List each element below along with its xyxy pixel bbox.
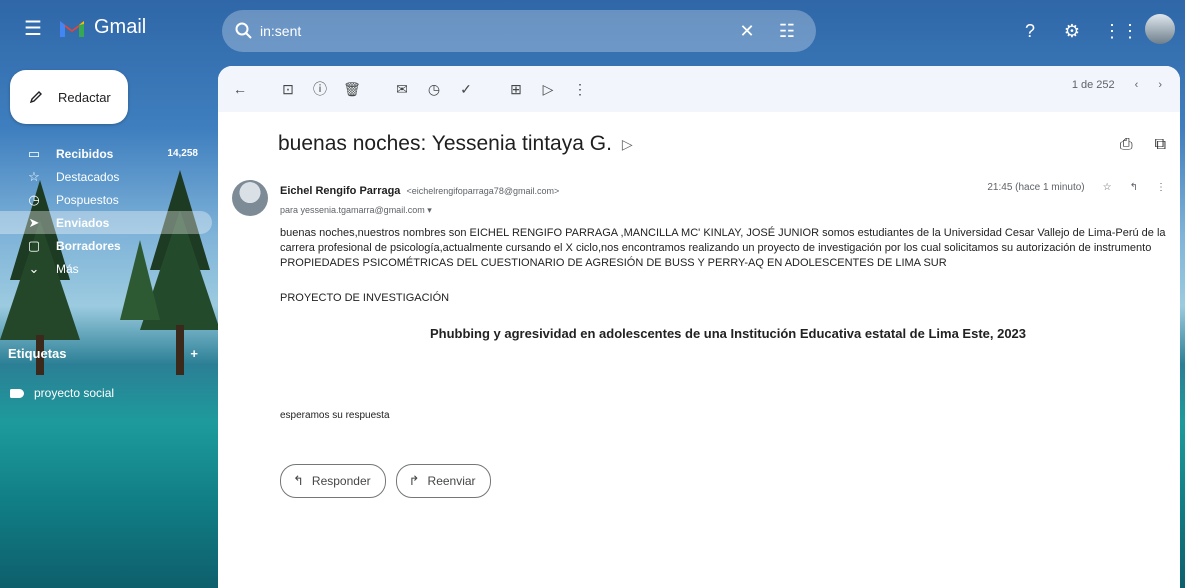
add-label-icon[interactable]: + [190, 346, 198, 361]
reply-icon: ↰ [293, 473, 304, 488]
search-bar[interactable]: ✕ ☷ [222, 10, 816, 52]
sender-name[interactable]: Eichel Rengifo Parraga [280, 185, 400, 197]
forward-label: Reenviar [427, 474, 476, 488]
chevron-left-icon[interactable]: ‹ [1135, 79, 1139, 91]
email-view: ← ⊡ ⓘ 🗑 ✉ ◷ ✓ ⊞ ▷ ⋮ 1 de 252 ‹ › buenas … [218, 66, 1180, 588]
sidebar-item-label: Destacados [56, 169, 120, 184]
sidebar-item-sent[interactable]: ➤ Enviados [0, 211, 212, 234]
star-icon[interactable]: ☆ [1103, 182, 1112, 193]
sidebar-item-starred[interactable]: ☆ Destacados [0, 165, 212, 188]
chevron-right-icon[interactable]: › [1158, 79, 1162, 91]
inbox-count: 14,258 [167, 148, 198, 159]
sidebar-item-drafts[interactable]: ▢ Borradores [0, 234, 212, 257]
important-marker-icon[interactable]: ▷ [622, 136, 633, 153]
recipient-line[interactable]: para yessenia.tgamarra@gmail.com ▾ [280, 205, 432, 216]
back-arrow-icon[interactable]: ← [230, 79, 250, 99]
pencil-icon [29, 91, 42, 104]
sender-email: <eichelrengifoparraga78@gmail.com> [406, 186, 560, 196]
reply-actions: ↰ Responder ↱ Reenviar [280, 464, 491, 498]
sidebar-item-label: Pospuestos [56, 192, 119, 207]
sidebar-item-label: Recibidos [56, 146, 114, 161]
pager-text: 1 de 252 [1071, 79, 1115, 91]
add-task-icon[interactable]: ✓ [456, 79, 476, 99]
inbox-icon: ▭ [27, 145, 41, 161]
settings-gear-icon[interactable]: ⚙ [1061, 20, 1083, 42]
sidebar-item-label: Borradores [56, 238, 121, 253]
nav-list: ▭ Recibidos 14,258 ☆ Destacados ◷ Pospue… [0, 142, 212, 280]
body-line: buenas noches,nuestros nombres son EICHE… [280, 227, 1166, 239]
gmail-logo[interactable]: Gmail [58, 16, 146, 39]
top-bar: ☰ Gmail ✕ ☷ ? ⚙ ⋮⋮ [0, 0, 1185, 64]
label-icon[interactable]: ▷ [538, 79, 558, 99]
sidebar-item-label: Enviados [56, 215, 110, 230]
star-icon: ☆ [28, 168, 40, 184]
reply-button[interactable]: ↰ Responder [280, 464, 386, 498]
print-icon[interactable]: ⎙ [1120, 136, 1133, 154]
snooze-icon[interactable]: ◷ [424, 79, 444, 99]
labels-heading-text: Etiquetas [8, 346, 67, 361]
message-toolbar: ← ⊡ ⓘ 🗑 ✉ ◷ ✓ ⊞ ▷ ⋮ 1 de 252 ‹ › [218, 66, 1180, 112]
send-icon: ➤ [28, 214, 40, 230]
sidebar-item-label: Más [56, 261, 79, 276]
delete-icon[interactable]: 🗑 [342, 79, 362, 99]
message-time: 21:45 (hace 1 minuto) [987, 182, 1085, 193]
forward-icon: ↱ [408, 473, 420, 488]
forward-button[interactable]: ↱ Reenviar [395, 464, 491, 498]
sender-line: Eichel Rengifo Parraga <eichelrengifopar… [280, 185, 559, 197]
sidebar-item-more[interactable]: ⌄ Más [0, 257, 212, 280]
chevron-down-icon: ⌄ [28, 260, 40, 276]
label-item-proyecto-social[interactable]: proyecto social [10, 386, 114, 400]
sender-avatar[interactable] [232, 180, 268, 216]
gmail-m-icon [60, 20, 84, 37]
closing-text: esperamos su respuesta [280, 410, 390, 421]
project-heading: PROYECTO DE INVESTIGACIÓN [280, 292, 450, 304]
body-line: PROPIEDADES PSICOMÉTRICAS DEL CUESTIONAR… [280, 257, 947, 269]
compose-button[interactable]: Redactar [10, 70, 128, 124]
archive-icon[interactable]: ⊡ [278, 79, 298, 99]
mark-unread-icon[interactable]: ✉ [392, 79, 412, 99]
subject-text: buenas noches: Yessenia tintaya G. [278, 132, 612, 155]
email-body: buenas noches,nuestros nombres son EICHE… [280, 226, 1166, 306]
recipient-text: para yessenia.tgamarra@gmail.com [280, 205, 425, 215]
project-title: Phubbing y agresividad en adolescentes d… [430, 326, 1027, 341]
label-name: proyecto social [34, 386, 115, 400]
labels-heading: Etiquetas + [8, 346, 198, 361]
app-name: Gmail [94, 16, 147, 38]
compose-label: Redactar [58, 89, 111, 105]
clock-icon: ◷ [28, 191, 40, 207]
pagination: 1 de 252 ‹ › [1072, 79, 1162, 91]
sidebar-item-inbox[interactable]: ▭ Recibidos 14,258 [0, 142, 212, 165]
email-subject: buenas noches: Yessenia tintaya G. ▷ [278, 132, 633, 156]
sidebar-item-snoozed[interactable]: ◷ Pospuestos [0, 188, 212, 211]
main-menu-icon[interactable]: ☰ [22, 18, 44, 40]
more-options-icon[interactable]: ⋮ [570, 79, 590, 99]
move-to-icon[interactable]: ⊞ [506, 79, 526, 99]
search-icon[interactable] [234, 21, 254, 41]
account-avatar[interactable] [1145, 14, 1175, 44]
report-spam-icon[interactable]: ⓘ [310, 79, 330, 99]
body-line: carrera profesional de psicología,actual… [280, 242, 1152, 254]
draft-icon: ▢ [27, 237, 41, 253]
recipient-details-icon[interactable]: ▾ [427, 205, 432, 215]
clear-search-icon[interactable]: ✕ [736, 20, 758, 42]
apps-grid-icon[interactable]: ⋮⋮ [1103, 20, 1139, 42]
sidebar: Redactar ▭ Recibidos 14,258 ☆ Destacados… [0, 64, 212, 588]
reply-icon[interactable]: ↰ [1130, 182, 1138, 193]
label-tag-icon [10, 388, 24, 398]
search-options-icon[interactable]: ☷ [776, 20, 798, 42]
search-input[interactable] [254, 22, 736, 40]
more-vert-icon[interactable]: ⋮ [1156, 182, 1166, 193]
message-meta: 21:45 (hace 1 minuto) ☆ ↰ ⋮ [987, 182, 1166, 193]
open-new-window-icon[interactable]: ⧉ [1155, 136, 1166, 154]
help-icon[interactable]: ? [1019, 20, 1041, 42]
reply-label: Responder [311, 474, 371, 488]
